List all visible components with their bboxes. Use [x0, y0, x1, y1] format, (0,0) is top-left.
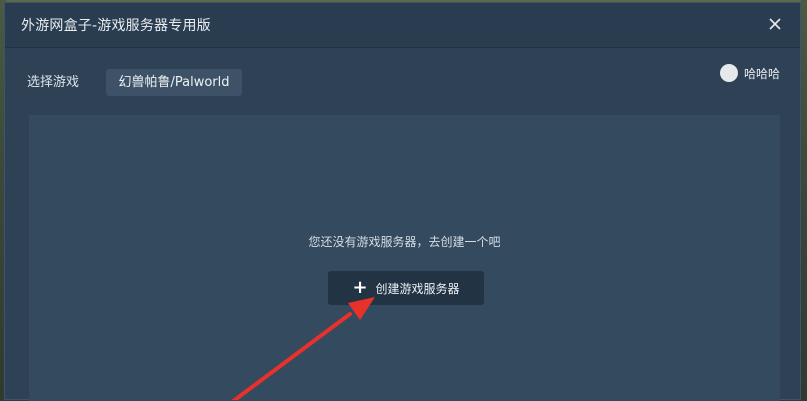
create-server-label: 创建游戏服务器 [375, 281, 460, 296]
close-icon [769, 18, 781, 30]
empty-state-message: 您还没有游戏服务器，去创建一个吧 [308, 235, 501, 249]
title-bar: 外游网盒子-游戏服务器专用版 [5, 3, 800, 48]
server-list-panel: 您还没有游戏服务器，去创建一个吧 + 创建游戏服务器 [29, 115, 780, 401]
create-server-button[interactable]: + 创建游戏服务器 [328, 271, 484, 305]
plus-icon: + [352, 277, 368, 298]
game-select-dropdown[interactable]: 幻兽帕鲁/Palworld [106, 69, 242, 96]
user-profile[interactable]: 哈哈哈 [719, 63, 780, 83]
avatar [719, 64, 738, 82]
close-button[interactable] [764, 13, 786, 35]
app-window: 外游网盒子-游戏服务器专用版 选择游戏 幻兽帕鲁/Palworld 哈哈哈 您还… [4, 2, 801, 401]
window-title: 外游网盒子-游戏服务器专用版 [21, 18, 211, 34]
background-game-scene-right [801, 0, 807, 400]
username: 哈哈哈 [743, 66, 780, 81]
select-game-label: 选择游戏 [27, 75, 80, 90]
